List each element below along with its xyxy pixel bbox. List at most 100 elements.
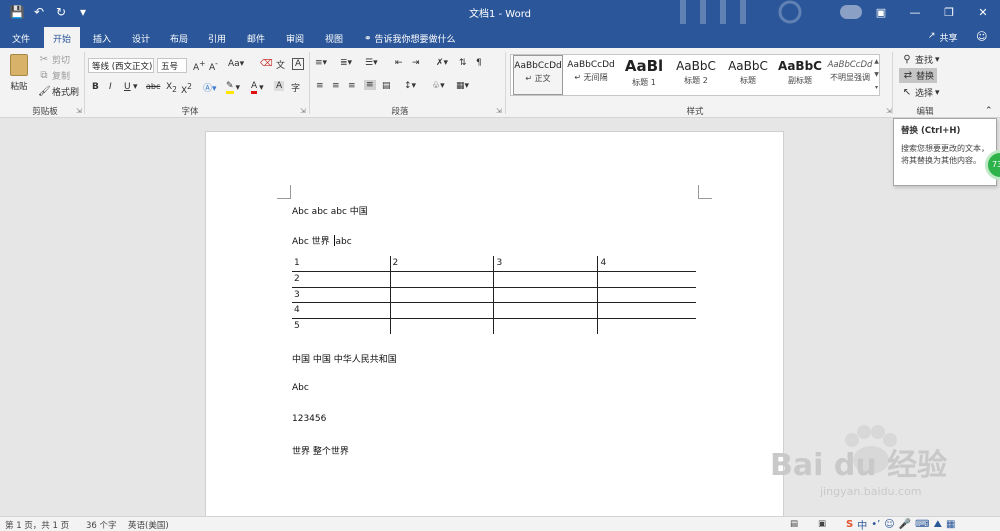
change-case-button[interactable]: Aa▾: [228, 59, 244, 69]
table-cell[interactable]: [493, 271, 598, 288]
user-avatar[interactable]: [840, 5, 862, 19]
restore-icon[interactable]: ❐: [932, 0, 966, 24]
justify-button[interactable]: ≡: [364, 80, 376, 90]
strikethrough-button[interactable]: abc: [146, 82, 160, 91]
table-cell[interactable]: [493, 302, 598, 319]
word-count[interactable]: 36 个字: [86, 519, 117, 531]
table-cell[interactable]: [597, 287, 696, 304]
ime-chinese-icon[interactable]: 中: [857, 517, 867, 531]
style-no-spacing[interactable]: AaBbCcDd ↵ 无间隔: [565, 55, 617, 95]
table-cell[interactable]: [389, 302, 494, 319]
toolbox-icon[interactable]: ▦: [946, 519, 955, 530]
find-button[interactable]: ⚲ 查找 ▾: [901, 53, 939, 67]
page-count[interactable]: 第 1 页，共 1 页: [5, 519, 69, 531]
distributed-button[interactable]: ▤: [382, 81, 391, 91]
numbering-button[interactable]: ≣▾: [340, 58, 352, 68]
tab-review[interactable]: 审阅: [279, 29, 311, 48]
share-button[interactable]: ↗ 共享: [928, 31, 958, 44]
style-normal[interactable]: AaBbCcDd ↵ 正文: [513, 55, 563, 95]
ime-punct-icon[interactable]: •’: [871, 519, 880, 530]
table-cell[interactable]: [493, 318, 598, 334]
style-heading-2[interactable]: AaBbC 标题 2: [671, 55, 721, 95]
style-title[interactable]: AaBbC 标题: [723, 55, 773, 95]
borders-button[interactable]: ▦▾: [456, 81, 469, 91]
paragraph-launcher-icon[interactable]: ⇲: [496, 107, 502, 115]
underline-button[interactable]: U: [124, 82, 131, 92]
table-cell[interactable]: [389, 271, 494, 288]
table-cell[interactable]: 4: [292, 302, 391, 319]
tab-design[interactable]: 设计: [124, 29, 158, 48]
table-cell[interactable]: 3: [292, 287, 391, 304]
undo-icon[interactable]: ↶: [30, 3, 48, 21]
font-name-combo[interactable]: 等线 (西文正文): [88, 58, 154, 73]
sogou-ime-icon[interactable]: S: [846, 519, 853, 530]
clipboard-launcher-icon[interactable]: ⇲: [76, 107, 82, 115]
align-center-button[interactable]: ≡: [332, 81, 340, 91]
align-left-button[interactable]: ≡: [316, 81, 324, 91]
doc-line-1[interactable]: Abc abc abc 中国: [292, 204, 368, 217]
document-table[interactable]: 1 2 3 4 2 3 4 5: [292, 256, 696, 334]
show-marks-button[interactable]: ¶: [476, 58, 482, 68]
font-launcher-icon[interactable]: ⇲: [300, 107, 306, 115]
line-spacing-button[interactable]: ↕▾: [404, 81, 416, 91]
table-cell[interactable]: [389, 287, 494, 304]
superscript-button[interactable]: X2: [181, 82, 192, 96]
tab-references[interactable]: 引用: [201, 29, 233, 48]
style-heading-1[interactable]: AaBl 标题 1: [619, 55, 669, 95]
phonetic-guide-button[interactable]: 文: [276, 58, 285, 71]
table-cell[interactable]: 3: [493, 256, 598, 273]
doc-line-5[interactable]: 123456: [292, 414, 326, 424]
table-cell[interactable]: [597, 302, 696, 319]
print-layout-icon[interactable]: ▣: [818, 519, 826, 529]
collapse-ribbon-icon[interactable]: ⌃: [985, 106, 993, 116]
redo-icon[interactable]: ↻: [52, 3, 70, 21]
subscript-button[interactable]: X2: [166, 82, 177, 94]
styles-launcher-icon[interactable]: ⇲: [886, 107, 892, 115]
clear-formatting-button[interactable]: ⌫: [260, 59, 273, 69]
tell-me-search[interactable]: ⚭ 告诉我你想要做什么: [364, 32, 456, 46]
tab-home[interactable]: 开始: [44, 27, 80, 48]
table-cell[interactable]: [597, 271, 696, 288]
shrink-font-button[interactable]: A-: [209, 59, 218, 73]
ribbon-display-icon[interactable]: ▣: [864, 0, 898, 24]
underline-dropdown[interactable]: ▾: [133, 82, 138, 92]
character-shading-button[interactable]: A: [274, 81, 285, 91]
increase-indent-button[interactable]: ⇥: [412, 58, 420, 68]
minimize-icon[interactable]: —: [898, 0, 932, 24]
font-size-combo[interactable]: 五号: [157, 58, 187, 73]
skin-icon[interactable]: ⛰: [934, 519, 942, 530]
align-right-button[interactable]: ≡: [348, 81, 356, 91]
table-cell[interactable]: 2: [389, 256, 494, 273]
close-icon[interactable]: ✕: [966, 0, 1000, 24]
highlight-button[interactable]: ✎ ▾: [226, 81, 240, 94]
gallery-scroll[interactable]: ▲ ▼ ▾: [873, 55, 880, 95]
shading-button[interactable]: ♧▾: [432, 81, 445, 91]
chinese-layout-button[interactable]: ✗▾: [436, 58, 448, 68]
emoji-icon[interactable]: ☺: [884, 519, 894, 530]
doc-line-2[interactable]: Abc 世界 abc: [292, 234, 352, 247]
read-mode-icon[interactable]: ▤: [790, 519, 798, 529]
style-subtitle[interactable]: AaBbC 副标题: [775, 55, 825, 95]
tab-insert[interactable]: 插入: [86, 29, 118, 48]
save-icon[interactable]: 💾: [8, 3, 26, 21]
text-effects-button[interactable]: Ⓐ▾: [203, 81, 217, 94]
tab-mailings[interactable]: 邮件: [240, 29, 272, 48]
decrease-indent-button[interactable]: ⇤: [395, 58, 403, 68]
replace-button[interactable]: ⇄ 替换: [899, 68, 938, 83]
grow-font-button[interactable]: A+: [193, 59, 205, 73]
proofing-language[interactable]: 英语(美国): [128, 519, 169, 531]
bullets-button[interactable]: ≡▾: [315, 58, 327, 68]
microphone-icon[interactable]: 🎤: [899, 519, 911, 530]
character-border-button[interactable]: A: [292, 58, 305, 70]
paste-button[interactable]: 粘贴: [8, 54, 30, 92]
feedback-smile-icon[interactable]: ☺: [976, 30, 987, 43]
tab-view[interactable]: 视图: [318, 29, 350, 48]
format-painter-button[interactable]: 🖌 格式刷: [38, 85, 79, 99]
table-cell[interactable]: [493, 287, 598, 304]
italic-button[interactable]: I: [109, 82, 112, 92]
multilevel-list-button[interactable]: ☰▾: [365, 58, 378, 68]
style-subtle-emphasis[interactable]: AaBbCcDd 不明显强调: [827, 55, 873, 95]
customize-qat-icon[interactable]: ▾: [74, 3, 92, 21]
table-cell[interactable]: 4: [597, 256, 696, 273]
cut-button[interactable]: ✂ 剪切: [38, 53, 70, 67]
